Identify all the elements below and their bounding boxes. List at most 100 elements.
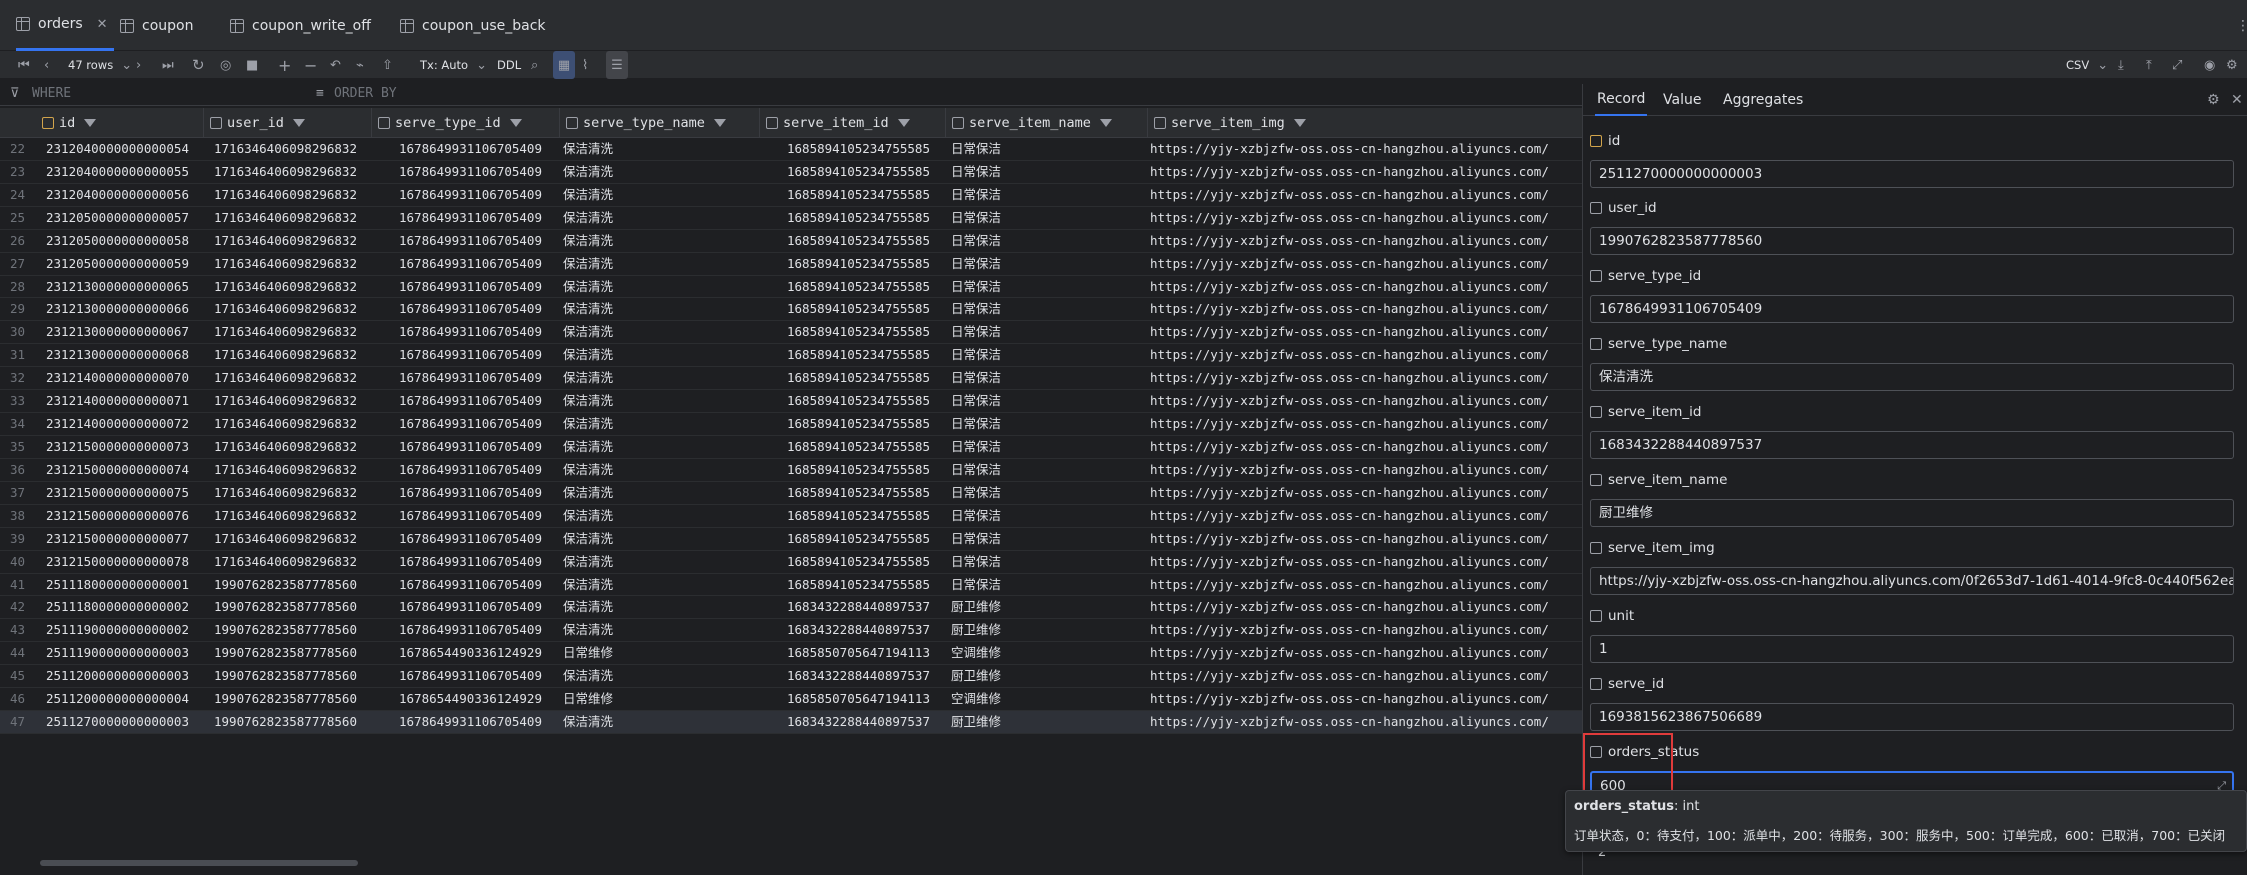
cell-serve-type-id[interactable]: 1678649931106705409 (399, 665, 560, 687)
cell-serve-type-name[interactable]: 保洁清洗 (563, 413, 760, 435)
tab-aggregates[interactable]: Aggregates (1723, 84, 1803, 116)
cell-serve-item-img[interactable]: https://yjy-xzbjzfw-oss.oss-cn-hangzhou.… (1150, 367, 1582, 389)
cell-id[interactable]: 2312150000000000076 (46, 505, 204, 527)
cell-serve-type-id[interactable]: 1678649931106705409 (399, 207, 560, 229)
cell-serve-type-name[interactable]: 保洁清洗 (563, 138, 760, 160)
cell-serve-type-name[interactable]: 保洁清洗 (563, 711, 760, 733)
table-row[interactable]: 40 2312150000000000078 1716346406098296832… (0, 551, 1582, 574)
cell-serve-type-name[interactable]: 保洁清洗 (563, 276, 760, 298)
cell-serve-type-name[interactable]: 保洁清洗 (563, 596, 760, 618)
column-header-serve-item-name[interactable]: serve_item_name (946, 108, 1148, 138)
chart-view-icon[interactable]: ⌇ (582, 51, 588, 79)
cell-user-id[interactable]: 1716346406098296832 (214, 505, 372, 527)
cell-serve-type-name[interactable]: 保洁清洗 (563, 344, 760, 366)
cell-id[interactable]: 2312150000000000077 (46, 528, 204, 550)
cell-serve-item-img[interactable]: https://yjy-xzbjzfw-oss.oss-cn-hangzhou.… (1150, 161, 1582, 183)
cell-serve-type-id[interactable]: 1678649931106705409 (399, 321, 560, 343)
table-row[interactable]: 34 2312140000000000072 1716346406098296832… (0, 413, 1582, 436)
field-value-serve-item-name[interactable]: 厨卫维修 (1590, 499, 2234, 527)
cell-id[interactable]: 2312050000000000059 (46, 253, 204, 275)
preview-icon[interactable]: ⌁ (356, 51, 364, 79)
cell-serve-item-img[interactable]: https://yjy-xzbjzfw-oss.oss-cn-hangzhou.… (1150, 505, 1582, 527)
cell-user-id[interactable]: 1990762823587778560 (214, 574, 372, 596)
cell-serve-item-name[interactable]: 日常保洁 (951, 505, 1148, 527)
cell-serve-type-id[interactable]: 1678649931106705409 (399, 161, 560, 183)
cell-serve-item-name[interactable]: 空调维修 (951, 688, 1148, 710)
cell-id[interactable]: 2312040000000000054 (46, 138, 204, 160)
cell-serve-item-id[interactable]: 1685894105234755585 (787, 298, 946, 320)
cell-user-id[interactable]: 1990762823587778560 (214, 688, 372, 710)
cell-serve-item-img[interactable]: https://yjy-xzbjzfw-oss.oss-cn-hangzhou.… (1150, 436, 1582, 458)
field-value-serve-item-img[interactable]: https://yjy-xzbjzfw-oss.oss-cn-hangzhou.… (1590, 567, 2234, 595)
rows-selector[interactable]: 47 rows ⌄ (68, 51, 132, 79)
cell-serve-item-name[interactable]: 日常保洁 (951, 276, 1148, 298)
cell-serve-item-id[interactable]: 1685894105234755585 (787, 436, 946, 458)
cell-serve-item-id[interactable]: 1685850705647194113 (787, 642, 946, 664)
cell-id[interactable]: 2312150000000000074 (46, 459, 204, 481)
cell-id[interactable]: 2312140000000000071 (46, 390, 204, 412)
cell-serve-item-id[interactable]: 1685894105234755585 (787, 321, 946, 343)
cell-id[interactable]: 2312050000000000058 (46, 230, 204, 252)
next-page-icon[interactable]: › (136, 51, 141, 79)
cell-serve-item-id[interactable]: 1685894105234755585 (787, 253, 946, 275)
filter-icon[interactable] (897, 119, 910, 127)
cell-serve-type-id[interactable]: 1678649931106705409 (399, 482, 560, 504)
cell-serve-item-id[interactable]: 1683432288440897537 (787, 665, 946, 687)
cell-serve-item-img[interactable]: https://yjy-xzbjzfw-oss.oss-cn-hangzhou.… (1150, 344, 1582, 366)
cell-user-id[interactable]: 1716346406098296832 (214, 253, 372, 275)
cell-serve-item-id[interactable]: 1685894105234755585 (787, 344, 946, 366)
cell-serve-item-id[interactable]: 1685894105234755585 (787, 230, 946, 252)
cell-serve-type-name[interactable]: 保洁清洗 (563, 459, 760, 481)
cell-serve-type-id[interactable]: 1678649931106705409 (399, 230, 560, 252)
cell-serve-item-img[interactable]: https://yjy-xzbjzfw-oss.oss-cn-hangzhou.… (1150, 482, 1582, 504)
table-row[interactable]: 46 2511200000000000004 1990762823587778560… (0, 688, 1582, 712)
cell-serve-item-id[interactable]: 1685894105234755585 (787, 184, 946, 206)
cell-user-id[interactable]: 1716346406098296832 (214, 436, 372, 458)
cell-serve-type-name[interactable]: 保洁清洗 (563, 574, 760, 596)
table-row[interactable]: 38 2312150000000000076 1716346406098296832… (0, 505, 1582, 528)
cell-serve-item-id[interactable]: 1685894105234755585 (787, 390, 946, 412)
cell-serve-type-name[interactable]: 保洁清洗 (563, 482, 760, 504)
cell-id[interactable]: 2312050000000000057 (46, 207, 204, 229)
field-value-id[interactable]: 2511270000000000003 (1590, 160, 2234, 188)
cell-serve-item-id[interactable]: 1685894105234755585 (787, 505, 946, 527)
cell-user-id[interactable]: 1716346406098296832 (214, 459, 372, 481)
table-row[interactable]: 42 2511180000000000002 1990762823587778560… (0, 596, 1582, 620)
table-row[interactable]: 27 2312050000000000059 1716346406098296832… (0, 253, 1582, 276)
cell-serve-type-name[interactable]: 保洁清洗 (563, 436, 760, 458)
cell-user-id[interactable]: 1716346406098296832 (214, 390, 372, 412)
add-row-icon[interactable]: + (278, 51, 291, 79)
cell-serve-item-name[interactable]: 日常保洁 (951, 390, 1148, 412)
cell-serve-item-id[interactable]: 1685894105234755585 (787, 276, 946, 298)
stop-icon[interactable]: ■ (246, 51, 258, 79)
cell-serve-item-id[interactable]: 1685894105234755585 (787, 413, 946, 435)
table-view-icon[interactable]: ▦ (553, 51, 575, 79)
cell-user-id[interactable]: 1716346406098296832 (214, 298, 372, 320)
upload-icon[interactable]: ⤒ (2146, 51, 2152, 79)
cell-serve-type-id[interactable]: 1678649931106705409 (399, 505, 560, 527)
prev-page-icon[interactable]: ‹ (44, 51, 49, 79)
close-icon[interactable]: ✕ (97, 17, 108, 32)
cell-id[interactable]: 2312040000000000055 (46, 161, 204, 183)
cell-serve-type-name[interactable]: 保洁清洗 (563, 551, 760, 573)
table-row[interactable]: 30 2312130000000000067 1716346406098296832… (0, 321, 1582, 345)
field-value-serve-type-name[interactable]: 保洁清洗 (1590, 363, 2234, 391)
cell-serve-item-name[interactable]: 日常保洁 (951, 207, 1148, 229)
cell-serve-item-img[interactable]: https://yjy-xzbjzfw-oss.oss-cn-hangzhou.… (1150, 276, 1582, 298)
table-row[interactable]: 25 2312050000000000057 1716346406098296832… (0, 207, 1582, 230)
cell-serve-item-name[interactable]: 日常保洁 (951, 551, 1148, 573)
cell-serve-item-img[interactable]: https://yjy-xzbjzfw-oss.oss-cn-hangzhou.… (1150, 230, 1582, 252)
cell-serve-type-id[interactable]: 1678649931106705409 (399, 528, 560, 550)
compare-icon[interactable]: ⤢ (2172, 51, 2182, 79)
cell-user-id[interactable]: 1990762823587778560 (214, 596, 372, 618)
cell-serve-type-name[interactable]: 保洁清洗 (563, 207, 760, 229)
cell-serve-type-id[interactable]: 1678649931106705409 (399, 184, 560, 206)
cell-serve-item-name[interactable]: 日常保洁 (951, 367, 1148, 389)
cell-serve-type-id[interactable]: 1678649931106705409 (399, 459, 560, 481)
cell-serve-type-id[interactable]: 1678649931106705409 (399, 298, 560, 320)
cell-serve-item-img[interactable]: https://yjy-xzbjzfw-oss.oss-cn-hangzhou.… (1150, 551, 1582, 573)
cell-user-id[interactable]: 1990762823587778560 (214, 711, 372, 733)
table-row[interactable]: 37 2312150000000000075 1716346406098296832… (0, 482, 1582, 505)
cell-serve-type-name[interactable]: 保洁清洗 (563, 321, 760, 343)
field-value-serve-item-id[interactable]: 1683432288440897537 (1590, 431, 2234, 459)
